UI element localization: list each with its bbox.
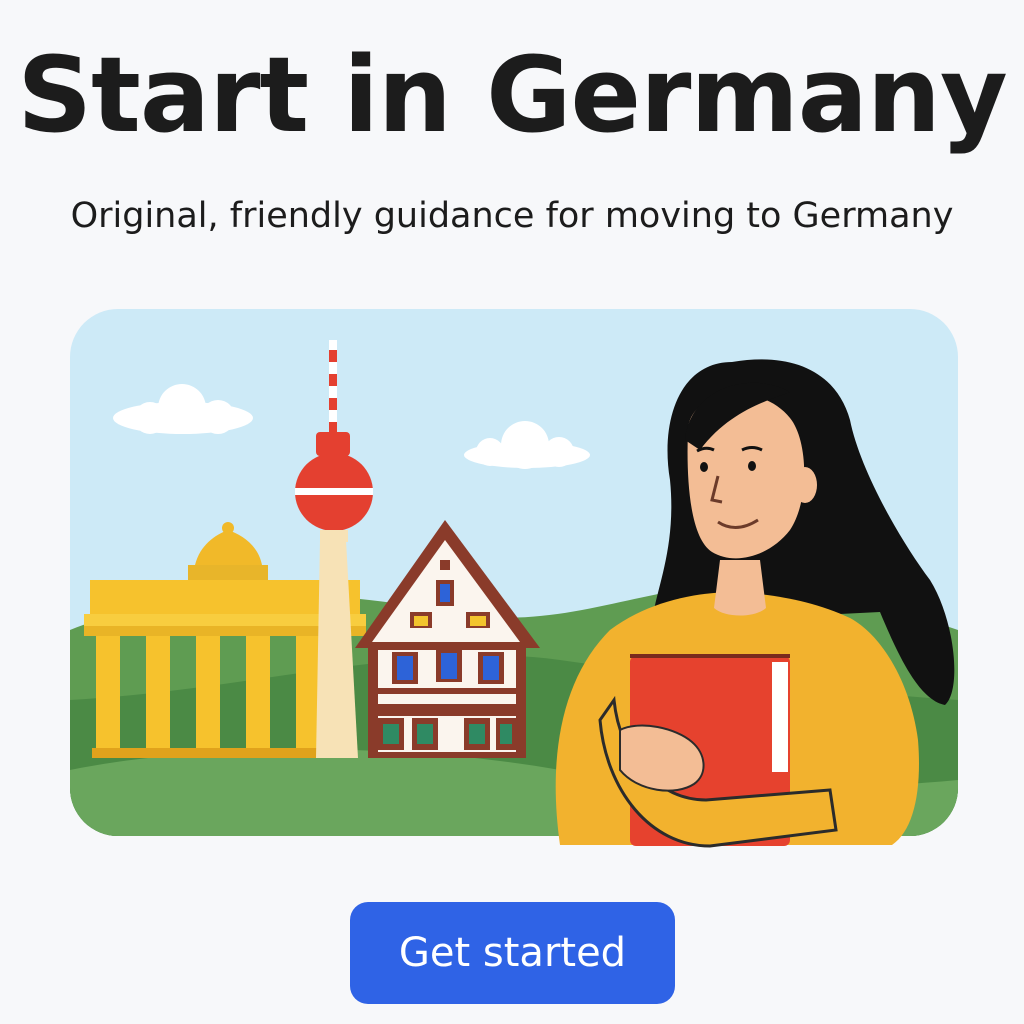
page-title: Start in Germany bbox=[17, 34, 1007, 156]
hero-illustration bbox=[70, 309, 958, 836]
page-subtitle: Original, friendly guidance for moving t… bbox=[70, 196, 954, 236]
get-started-button[interactable]: Get started bbox=[350, 902, 675, 1004]
